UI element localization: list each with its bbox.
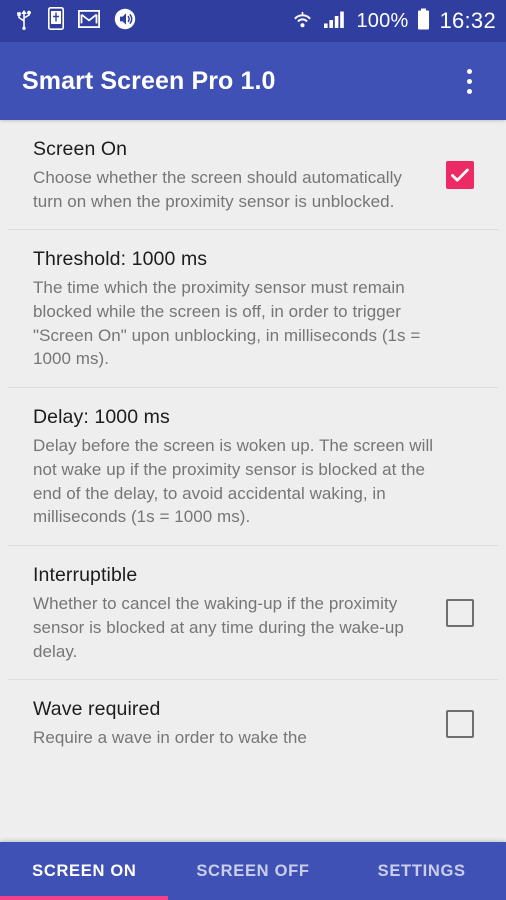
preference-summary: The time which the proximity sensor must…	[33, 278, 421, 369]
tab-active-indicator	[0, 896, 168, 900]
preference-summary: Choose whether the screen should automat…	[33, 167, 402, 211]
status-bar-left-icons	[14, 7, 136, 35]
tab-settings[interactable]: SETTINGS	[337, 842, 506, 900]
tab-screen-on[interactable]: SCREEN ON	[0, 842, 169, 900]
status-bar-clock: 16:32	[439, 8, 496, 33]
overflow-menu-icon[interactable]	[452, 59, 486, 103]
preference-title: Wave required	[33, 698, 161, 721]
preference-item-threshold[interactable]: Threshold: 1000 ms The time which the pr…	[0, 230, 506, 387]
battery-percent-label: 100%	[356, 9, 409, 32]
checkbox-screen-on[interactable]	[446, 161, 474, 190]
wifi-icon	[291, 9, 314, 34]
bottom-tab-bar: SCREEN ON SCREEN OFF SETTINGS	[0, 842, 506, 900]
status-bar: 100% 16:32	[0, 0, 506, 42]
preference-title: Screen On	[33, 138, 128, 160]
preference-title: Threshold: 1000 ms	[33, 248, 208, 271]
page-title: Smart Screen Pro 1.0	[22, 66, 276, 95]
tab-screen-off[interactable]: SCREEN OFF	[169, 842, 338, 900]
preference-summary: Whether to cancel the waking-up if the p…	[33, 593, 404, 661]
app-screen: 100% 16:32 Smart Screen Pro 1.0 Screen O…	[0, 0, 506, 900]
preference-summary: Delay before the screen is woken up. The…	[33, 435, 434, 527]
preference-item-interruptible[interactable]: Interruptible Whether to cancel the waki…	[0, 546, 506, 679]
preference-item-screen-on[interactable]: Screen On Choose whether the screen shou…	[0, 120, 506, 229]
preference-list[interactable]: Screen On Choose whether the screen shou…	[0, 120, 506, 842]
preference-widget[interactable]	[436, 709, 484, 738]
usb-icon	[14, 8, 34, 35]
status-bar-right-icons: 100% 16:32	[291, 8, 496, 35]
overflow-dot	[466, 68, 472, 74]
preference-title: Delay: 1000 ms	[33, 406, 170, 429]
preference-item-wave-required[interactable]: Wave required Require a wave in order to…	[0, 680, 506, 766]
overflow-dot	[466, 78, 472, 84]
overflow-dot	[466, 88, 472, 94]
preference-texts: Wave required Require a wave in order to…	[33, 697, 436, 750]
checkbox-wave-required[interactable]	[446, 709, 474, 738]
device-icon	[48, 7, 64, 35]
preference-title: Interruptible	[33, 564, 138, 587]
preference-texts: Delay: 1000 ms Delay before the screen i…	[33, 405, 451, 529]
volume-icon	[114, 8, 136, 35]
preference-texts: Screen On Choose whether the screen shou…	[33, 137, 436, 213]
preference-texts: Interruptible Whether to cancel the waki…	[33, 563, 436, 663]
preference-widget[interactable]	[436, 599, 484, 628]
preference-widget[interactable]	[436, 161, 484, 190]
app-bar: Smart Screen Pro 1.0	[0, 42, 506, 120]
preference-texts: Threshold: 1000 ms The time which the pr…	[33, 247, 451, 371]
checkbox-interruptible[interactable]	[446, 599, 474, 628]
gmail-icon	[77, 9, 101, 33]
preference-item-delay[interactable]: Delay: 1000 ms Delay before the screen i…	[0, 388, 506, 545]
battery-icon	[417, 8, 430, 35]
cellular-signal-icon	[323, 9, 347, 34]
preference-summary: Require a wave in order to wake the	[33, 728, 307, 748]
